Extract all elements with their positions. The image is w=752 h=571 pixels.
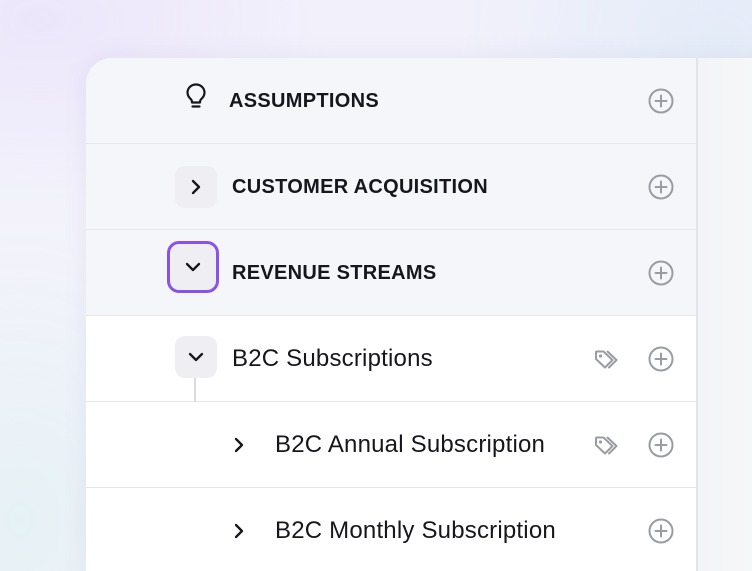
add-row-button[interactable] <box>646 430 676 460</box>
collapse-toggle-button[interactable] <box>175 336 217 378</box>
row-assumptions[interactable]: ASSUMPTIONS <box>86 58 696 144</box>
add-row-button[interactable] <box>646 86 676 116</box>
expand-toggle-button[interactable] <box>175 166 217 208</box>
collapse-toggle-button[interactable] <box>167 241 219 293</box>
add-row-button[interactable] <box>646 258 676 288</box>
right-column-area <box>698 58 752 571</box>
chevron-right-icon <box>234 523 244 539</box>
row-revenue-streams[interactable]: REVENUE STREAMS <box>86 230 696 316</box>
add-row-button[interactable] <box>646 516 676 546</box>
lightbulb-icon <box>181 81 211 111</box>
row-label: B2C Monthly Subscription <box>275 517 556 544</box>
chevron-down-icon <box>185 262 201 272</box>
plus-circle-icon <box>648 260 674 286</box>
row-b2c-subscriptions[interactable]: B2C Subscriptions <box>86 316 696 402</box>
chevron-right-icon <box>191 179 201 195</box>
row-label: CUSTOMER ACQUISITION <box>232 176 489 198</box>
chevron-right-icon <box>234 437 244 453</box>
plus-circle-icon <box>648 88 674 114</box>
row-customer-acquisition[interactable]: CUSTOMER ACQUISITION <box>86 144 696 230</box>
tag-button[interactable] <box>591 346 625 372</box>
add-row-button[interactable] <box>646 344 676 374</box>
row-label: B2C Annual Subscription <box>275 431 546 458</box>
plus-circle-icon <box>648 432 674 458</box>
row-label: B2C Subscriptions <box>232 345 433 372</box>
row-label: REVENUE STREAMS <box>232 262 437 284</box>
row-label: ASSUMPTIONS <box>229 90 379 112</box>
expand-toggle-button[interactable] <box>224 516 254 546</box>
tag-button[interactable] <box>591 432 625 458</box>
plus-circle-icon <box>648 346 674 372</box>
chevron-down-icon <box>188 352 204 362</box>
tags-icon <box>595 436 618 455</box>
column-divider <box>696 58 698 571</box>
expand-toggle-button[interactable] <box>224 430 254 460</box>
add-row-button[interactable] <box>646 172 676 202</box>
row-b2c-annual-subscription[interactable]: B2C Annual Subscription <box>86 402 696 488</box>
plus-circle-icon <box>648 174 674 200</box>
row-b2c-monthly-subscription[interactable]: B2C Monthly Subscription <box>86 488 696 571</box>
tree-panel: ASSUMPTIONS CUSTOMER ACQUISITION REVENUE… <box>86 58 752 571</box>
plus-circle-icon <box>648 518 674 544</box>
tags-icon <box>595 350 618 369</box>
